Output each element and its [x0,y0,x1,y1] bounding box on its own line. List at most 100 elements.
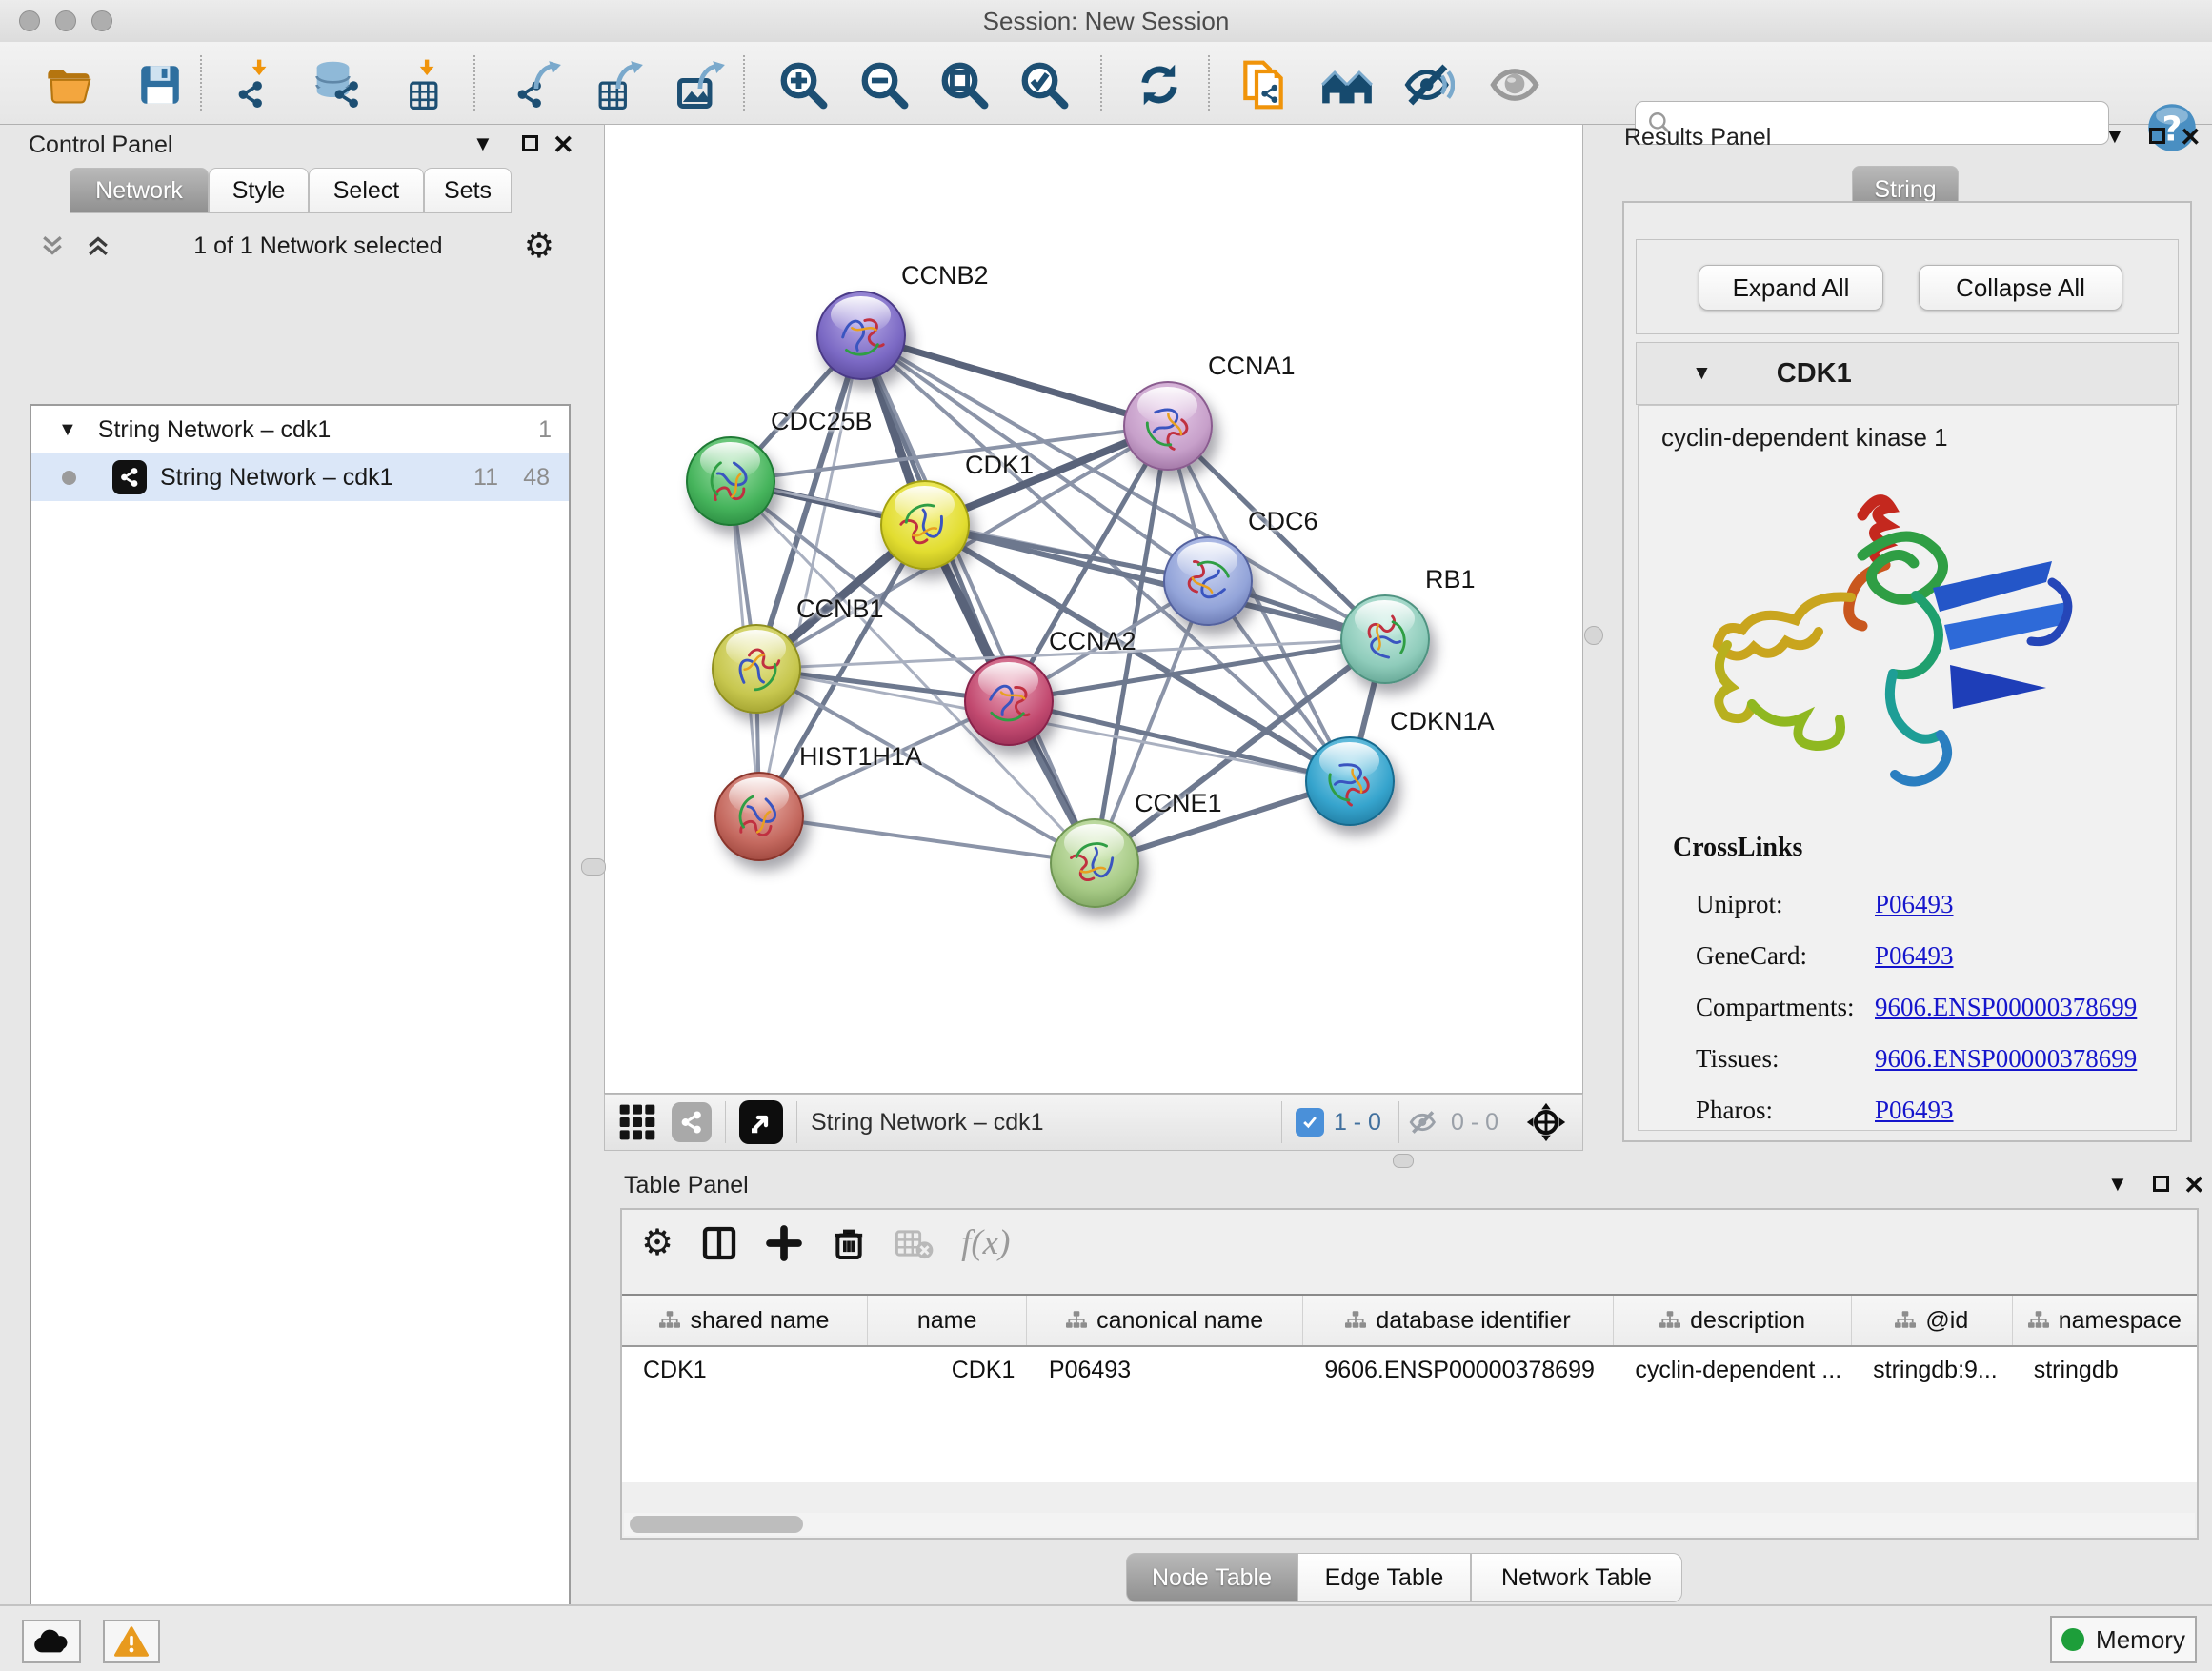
network-collection-row[interactable]: ▼ String Network – cdk1 1 [31,406,569,453]
grid-mode-icon[interactable] [618,1103,656,1141]
export-table-icon [593,59,645,111]
crosslink-value-link[interactable]: 9606.ENSP00000378699 [1875,1044,2137,1073]
import-network-database-button[interactable] [307,54,368,115]
fit-selected-crosshair-icon[interactable] [1525,1101,1567,1143]
network-edge[interactable] [1009,701,1350,781]
expand-all-tree-icon[interactable] [84,232,112,260]
mapped-column-icon [1895,1311,1916,1330]
collapse-all-button[interactable]: Collapse All [1919,265,2122,311]
results-panel-close-icon[interactable]: ✕ [2180,125,2202,151]
network-edge[interactable] [759,816,1095,863]
expand-all-button[interactable]: Expand All [1699,265,1883,311]
cell-description: cyclin-dependent ... [1614,1347,1852,1393]
mapped-column-icon [1345,1311,1366,1330]
column-header-id[interactable]: @id [1852,1296,2013,1345]
network-panel-gear-icon[interactable]: ⚙ [524,226,554,266]
scrollbar-thumb[interactable] [630,1516,803,1533]
network-canvas[interactable]: CCNB2CCNA1CDC25BCDK1CDC6RB1CCNB1CCNA2CDK… [604,124,1583,1094]
network-node-CCNA2[interactable] [964,656,1054,746]
network-node-CDC6[interactable] [1163,536,1253,626]
import-table-button[interactable] [395,54,456,115]
control-panel-float-icon[interactable] [522,135,538,151]
tab-network-table[interactable]: Network Table [1471,1553,1682,1602]
add-column-plus-icon[interactable] [765,1224,803,1262]
network-node-HIST1H1A[interactable] [714,772,804,861]
column-header-namespace[interactable]: namespace [2013,1296,2197,1345]
column-header-shared-name[interactable]: shared name [622,1296,868,1345]
export-table-button[interactable] [589,54,650,115]
network-node-CCNB1[interactable] [712,624,801,714]
gene-section-header[interactable]: ▼ CDK1 [1636,342,2179,405]
network-node-CDKN1A[interactable] [1305,736,1395,826]
memory-indicator[interactable]: Memory [2050,1616,2197,1663]
export-image-button[interactable] [671,54,732,115]
network-overview-button[interactable] [1484,54,1545,115]
results-panel: Results Panel ▼ ✕ String Expand All Coll… [1593,124,2212,1153]
import-network-file-button[interactable] [228,54,289,115]
network-view-mode-icon[interactable] [672,1102,712,1142]
control-panel-menu-caret[interactable]: ▼ [473,131,493,156]
tab-select[interactable]: Select [309,168,424,213]
collection-expand-caret[interactable]: ▼ [58,419,77,441]
node-label: CCNB1 [796,594,884,624]
import-network-icon [232,59,284,111]
results-panel-float-icon[interactable] [2149,128,2165,144]
zoom-in-button[interactable] [773,54,834,115]
tab-node-table[interactable]: Node Table [1126,1553,1297,1602]
table-panel-float-icon[interactable] [2153,1176,2169,1192]
apply-layout-button[interactable] [1129,54,1190,115]
tab-sets[interactable]: Sets [424,168,512,213]
network-node-CCNB2[interactable] [816,291,906,380]
tab-network[interactable]: Network [70,168,209,213]
crosslink-value-link[interactable]: P06493 [1875,890,1954,918]
column-header-canonical-name[interactable]: canonical name [1027,1296,1303,1345]
table-panel-title: Table Panel [624,1172,749,1199]
zoom-selected-button[interactable] [1014,54,1075,115]
column-header-name[interactable]: name [868,1296,1028,1345]
table-row[interactable]: CDK1 CDK1 P06493 9606.ENSP00000378699 cy… [622,1347,2197,1393]
table-horizontal-scrollbar[interactable] [624,1513,2195,1536]
network-edge[interactable] [861,335,1095,863]
table-panel-menu-caret[interactable]: ▼ [2107,1172,2128,1197]
show-columns-icon[interactable] [700,1224,738,1262]
column-header-description[interactable]: description [1614,1296,1852,1345]
network-node-RB1[interactable] [1340,594,1430,684]
delete-table-icon-disabled [895,1223,935,1263]
zoom-fit-button[interactable] [934,54,995,115]
network-node-CDC25B[interactable] [686,436,775,526]
crosslink-value-link[interactable]: P06493 [1875,1096,1954,1124]
cloud-icon [32,1627,70,1656]
left-split-grip[interactable] [581,858,606,876]
control-panel-close-icon[interactable]: ✕ [553,132,574,158]
gene-section-caret[interactable]: ▼ [1692,362,1712,385]
selected-nodes-checkbox[interactable] [1296,1108,1324,1137]
export-network-button[interactable] [507,54,568,115]
node-table[interactable]: shared name name canonical name database… [622,1294,2197,1482]
hide-graphics-details-button[interactable] [1398,54,1459,115]
birdseye-view-toggle[interactable] [739,1100,783,1144]
first-neighbors-button[interactable] [1317,54,1377,115]
save-session-button[interactable] [130,54,191,115]
network-row-selected[interactable]: String Network – cdk1 11 48 [31,453,569,501]
collapse-all-tree-icon[interactable] [38,232,67,260]
column-header-database-identifier[interactable]: database identifier [1303,1296,1614,1345]
results-panel-menu-caret[interactable]: ▼ [2104,124,2125,149]
table-panel-close-icon[interactable]: ✕ [2183,1173,2205,1198]
delete-column-trash-icon[interactable] [830,1224,868,1262]
import-table-icon [400,59,452,111]
warnings-button[interactable] [103,1620,160,1663]
network-node-CCNE1[interactable] [1050,818,1139,908]
crosslink-value-link[interactable]: 9606.ENSP00000378699 [1875,993,2137,1021]
overview-eye-icon [1489,59,1540,111]
tab-edge-table[interactable]: Edge Table [1297,1553,1471,1602]
zoom-out-button[interactable] [854,54,915,115]
new-network-from-selection-button[interactable] [1233,54,1294,115]
cloud-status-button[interactable] [22,1620,81,1663]
crosslink-value-link[interactable]: P06493 [1875,941,1954,970]
tab-style[interactable]: Style [209,168,309,213]
network-edge[interactable] [861,335,1168,426]
table-settings-gear-icon[interactable]: ⚙ [641,1221,674,1264]
open-session-button[interactable] [38,54,99,115]
network-node-CDK1[interactable] [880,480,970,570]
network-node-CCNA1[interactable] [1123,381,1213,471]
